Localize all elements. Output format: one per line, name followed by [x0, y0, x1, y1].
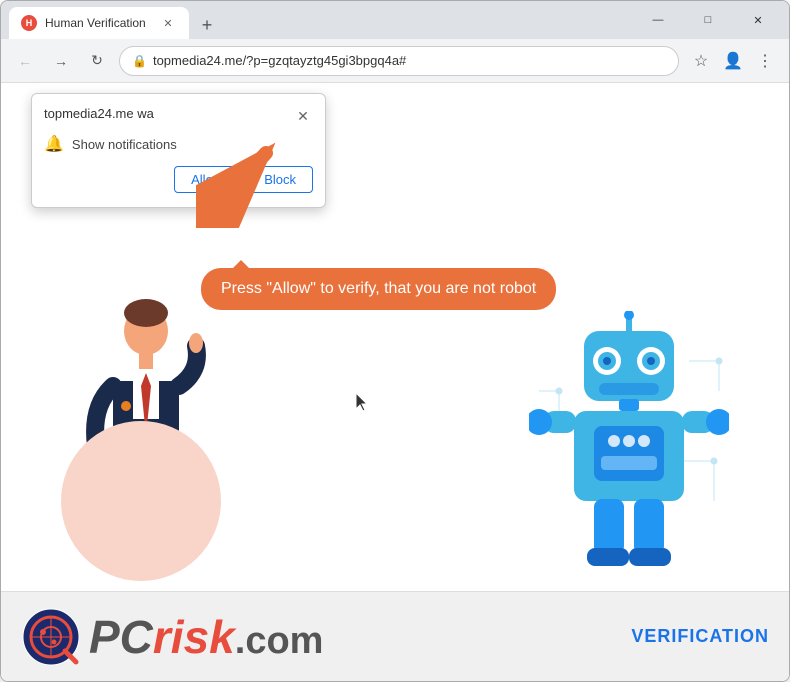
- profile-button[interactable]: 👤: [719, 47, 747, 75]
- url-text: topmedia24.me/?p=gzqtayztg45gi3bpgq4a#: [153, 53, 666, 68]
- speech-bubble: Press "Allow" to verify, that you are no…: [201, 268, 556, 310]
- forward-button[interactable]: →: [47, 47, 75, 75]
- page-content: topmedia24.me wa ✕ 🔔 Show notifications …: [1, 83, 789, 681]
- person-illustration: [51, 291, 241, 581]
- logo-risk: risk: [153, 611, 235, 663]
- tab-favicon: H: [21, 15, 37, 31]
- logo-area: PCrisk.com: [21, 607, 323, 667]
- logo-pc: PC: [89, 611, 153, 663]
- mouse-cursor: [356, 393, 372, 418]
- tab-title: Human Verification: [45, 16, 146, 30]
- browser-window: H Human Verification ✕ + — □ ✕ ← → ↻ 🔒 t…: [0, 0, 790, 682]
- tab-close-button[interactable]: ✕: [159, 14, 177, 32]
- popup-site-text: topmedia24.me wa: [44, 106, 154, 121]
- verification-label: VERIFICATION: [631, 626, 769, 647]
- person-background-circle: [61, 421, 221, 581]
- back-button[interactable]: ←: [11, 47, 39, 75]
- new-tab-button[interactable]: +: [193, 11, 221, 39]
- robot-svg: [529, 311, 729, 581]
- page-footer: PCrisk.com VERIFICATION: [1, 591, 789, 681]
- title-bar: H Human Verification ✕ + — □ ✕: [1, 1, 789, 39]
- maximize-button[interactable]: □: [685, 4, 731, 36]
- address-bar: ← → ↻ 🔒 topmedia24.me/?p=gzqtayztg45gi3b…: [1, 39, 789, 83]
- window-controls: — □ ✕: [635, 4, 781, 36]
- menu-button[interactable]: ⋮: [751, 47, 779, 75]
- popup-header: topmedia24.me wa ✕: [44, 106, 313, 126]
- minimize-button[interactable]: —: [635, 4, 681, 36]
- refresh-button[interactable]: ↻: [83, 47, 111, 75]
- address-bar-actions: ☆ 👤 ⋮: [687, 47, 779, 75]
- speech-bubble-text: Press "Allow" to verify, that you are no…: [221, 280, 536, 297]
- url-field[interactable]: 🔒 topmedia24.me/?p=gzqtayztg45gi3bpgq4a#: [119, 46, 679, 76]
- close-button[interactable]: ✕: [735, 4, 781, 36]
- active-tab[interactable]: H Human Verification ✕: [9, 7, 189, 39]
- popup-close-button[interactable]: ✕: [293, 106, 313, 126]
- logo-text: PCrisk.com: [89, 610, 323, 664]
- popup-message: Show notifications: [72, 137, 177, 152]
- lock-icon: 🔒: [132, 54, 147, 68]
- tab-strip: H Human Verification ✕ +: [9, 1, 629, 39]
- pcrisk-logo-icon: [21, 607, 81, 667]
- robot-illustration: [529, 311, 729, 581]
- logo-com: .com: [235, 620, 324, 662]
- bookmark-button[interactable]: ☆: [687, 47, 715, 75]
- orange-arrow: [196, 138, 286, 228]
- bell-icon: 🔔: [44, 134, 64, 154]
